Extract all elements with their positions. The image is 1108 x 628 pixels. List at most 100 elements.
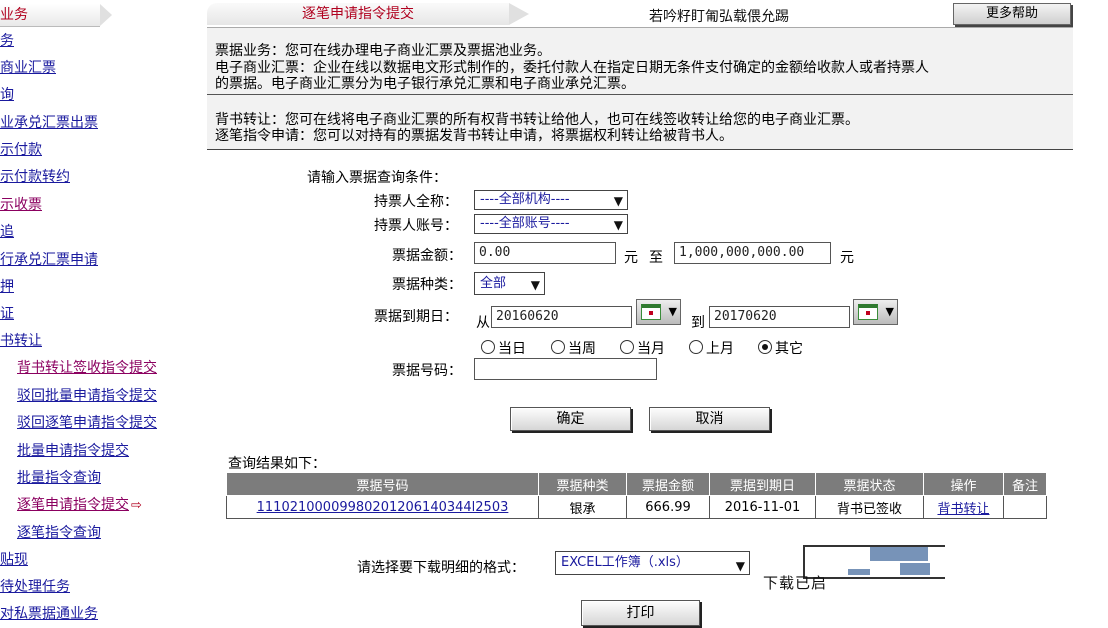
cell-bill-no: 11102100009980201206140344l2503 xyxy=(226,495,539,519)
sidebar-header: 业务 xyxy=(0,4,112,27)
amount-label: 票据金额： xyxy=(392,248,462,264)
col-header-bill-no[interactable]: 票据号码 xyxy=(226,472,539,496)
sidebar-nav: 业务 务 商业汇票 询 业承兑汇票出票 示付款 示付款转约 示收票 追 行承兑汇… xyxy=(0,0,200,628)
col-header-status[interactable]: 票据状态 xyxy=(815,472,924,496)
sidebar-subitem-batch-query[interactable]: 批量指令查询 xyxy=(17,467,101,487)
due-to-calendar-button[interactable]: ▼ xyxy=(853,299,898,325)
info-divider xyxy=(207,94,1073,95)
col-header-bill-type[interactable]: 票据种类 xyxy=(538,472,627,496)
cell-action: 背书转让 xyxy=(923,495,1004,519)
confirm-button[interactable]: 确定 xyxy=(510,407,631,431)
radio-other[interactable]: 其它 xyxy=(758,338,803,358)
info-text-endorsement: 背书转让：您可在线将电子商业汇票的所有权背书转让给他人，也可在线签收转让给您的电… xyxy=(215,112,859,128)
sidebar-subitem-reject-single[interactable]: 驳回逐笔申请指令提交 xyxy=(17,412,157,432)
more-help-button[interactable]: 更多帮助 xyxy=(953,3,1071,25)
sidebar-subitem-single-submit-label: 逐笔申请指令提交 xyxy=(17,497,129,513)
info-text-single-apply: 逐笔指令申请：您可以对持有的票据发背书转让申请，将票据权利转让给被背书人。 xyxy=(215,128,733,144)
sidebar-item-commercial-draft[interactable]: 商业汇票 xyxy=(0,57,56,77)
radio-circle-icon xyxy=(551,340,565,354)
sidebar-subitem-endorse-sign[interactable]: 背书转让签收指令提交 xyxy=(17,357,157,377)
col-header-due-date[interactable]: 票据到期日 xyxy=(709,472,816,496)
sidebar-item-bank-acceptance-apply[interactable]: 行承兑汇票申请 xyxy=(0,249,98,269)
sidebar-item-present-receipt[interactable]: 示收票 xyxy=(0,194,42,214)
cell-remark xyxy=(1003,495,1047,519)
radio-circle-icon xyxy=(689,340,703,354)
bill-type-label: 票据种类： xyxy=(392,277,462,293)
sidebar-subitem-batch-submit[interactable]: 批量申请指令提交 xyxy=(17,440,129,460)
holder-account-select[interactable]: ----全部账号---- ▼ xyxy=(474,214,628,234)
sidebar-item-endorsement[interactable]: 书转让 xyxy=(0,330,42,350)
sidebar-item[interactable]: 务 xyxy=(0,30,14,50)
sidebar-item-guarantee[interactable]: 证 xyxy=(0,303,14,323)
cell-due-date: 2016-11-01 xyxy=(709,495,816,519)
marquee-text: 若吟籽盯匍弘载偎允踢 xyxy=(649,9,789,25)
cell-status: 背书已签收 xyxy=(815,495,924,519)
sidebar-subitem-single-submit[interactable]: 逐笔申请指令提交 ⇨ xyxy=(17,494,142,514)
sidebar-item-present-payment[interactable]: 示付款 xyxy=(0,139,42,159)
due-from-calendar-button[interactable]: ▼ xyxy=(636,299,681,325)
export-format-value: EXCEL工作簿（.xls） xyxy=(561,555,689,570)
download-overlay-text: 下载已启 xyxy=(763,574,828,592)
chevron-down-icon: ▼ xyxy=(530,278,540,292)
table-header-row: 票据号码 票据种类 票据金额 票据到期日 票据状态 操作 备注 xyxy=(226,472,1047,496)
print-button[interactable]: 打印 xyxy=(581,600,700,626)
due-to-prefix: 到 xyxy=(691,315,705,331)
amount-from-input[interactable]: 0.00 xyxy=(474,242,616,264)
radio-circle-icon xyxy=(758,340,772,354)
sidebar-subitem-single-query[interactable]: 逐笔指令查询 xyxy=(17,522,101,542)
holder-name-label: 持票人全称： xyxy=(374,194,458,210)
sidebar-item-pending-tasks[interactable]: 待处理任务 xyxy=(0,576,70,596)
col-header-amount[interactable]: 票据金额 xyxy=(626,472,710,496)
sidebar-item-issue[interactable]: 业承兑汇票出票 xyxy=(0,112,98,132)
holder-account-label: 持票人账号： xyxy=(374,218,458,234)
radio-circle-icon xyxy=(481,340,495,354)
amount-unit-to: 元 xyxy=(840,250,854,266)
chevron-down-icon: ▼ xyxy=(735,559,745,573)
radio-this-month[interactable]: 当月 xyxy=(620,338,665,358)
radio-other-label: 其它 xyxy=(775,341,803,357)
sidebar-item-query[interactable]: 询 xyxy=(0,84,14,104)
radio-this-week[interactable]: 当周 xyxy=(551,338,596,358)
cancel-button[interactable]: 取消 xyxy=(649,407,770,431)
chevron-down-icon: ▼ xyxy=(885,305,894,318)
bill-no-label: 票据号码： xyxy=(392,363,462,379)
sidebar-item-pledge[interactable]: 押 xyxy=(0,276,14,296)
bill-no-input[interactable] xyxy=(474,358,657,380)
tab-current-page[interactable]: 逐笔申请指令提交 xyxy=(207,3,529,25)
export-format-label: 请选择要下载明细的格式： xyxy=(357,560,525,576)
holder-name-select[interactable]: ----全部机构---- ▼ xyxy=(474,190,628,210)
radio-this-month-label: 当月 xyxy=(637,341,665,357)
radio-circle-icon xyxy=(620,340,634,354)
sidebar-item-present-payment-transfer[interactable]: 示付款转约 xyxy=(0,166,70,186)
radio-this-week-label: 当周 xyxy=(568,341,596,357)
col-header-remark[interactable]: 备注 xyxy=(1003,472,1047,496)
sidebar-item-recourse[interactable]: 追 xyxy=(0,221,14,241)
due-to-input[interactable]: 20170620 xyxy=(709,306,850,328)
sidebar-item-discount[interactable]: 贴现 xyxy=(0,549,28,569)
amount-unit-from: 元 xyxy=(624,250,638,266)
radio-today-label: 当日 xyxy=(498,341,526,357)
sidebar-subitem-reject-batch[interactable]: 驳回批量申请指令提交 xyxy=(17,385,157,405)
radio-today[interactable]: 当日 xyxy=(481,338,526,358)
sidebar-item-private-bills[interactable]: 对私票据通业务 xyxy=(0,603,98,623)
top-bar: 逐笔申请指令提交 若吟籽盯匍弘载偎允踢 更多帮助 xyxy=(207,0,1108,26)
info-bottom-divider xyxy=(207,149,1073,150)
cell-bill-type: 银承 xyxy=(538,495,627,519)
bill-type-select[interactable]: 全部 ▼ xyxy=(474,272,545,295)
calendar-icon xyxy=(641,304,661,320)
result-title: 查询结果如下： xyxy=(228,456,326,472)
endorse-transfer-link[interactable]: 背书转让 xyxy=(937,502,989,517)
radio-last-month[interactable]: 上月 xyxy=(689,338,734,358)
due-from-input[interactable]: 20160620 xyxy=(491,306,632,328)
export-format-select[interactable]: EXCEL工作簿（.xls） ▼ xyxy=(555,551,750,575)
table-row: 11102100009980201206140344l2503 银承 666.9… xyxy=(226,495,1047,519)
chevron-down-icon: ▼ xyxy=(613,218,623,232)
holder-account-value: ----全部账号---- xyxy=(480,216,570,231)
calendar-icon xyxy=(858,304,878,320)
due-from-prefix: 从 xyxy=(476,315,490,331)
amount-to-input[interactable]: 1,000,000,000.00 xyxy=(674,242,831,264)
cell-amount: 666.99 xyxy=(626,495,710,519)
chevron-down-icon: ▼ xyxy=(613,194,623,208)
bill-no-link[interactable]: 11102100009980201206140344l2503 xyxy=(257,500,509,515)
col-header-action[interactable]: 操作 xyxy=(923,472,1004,496)
